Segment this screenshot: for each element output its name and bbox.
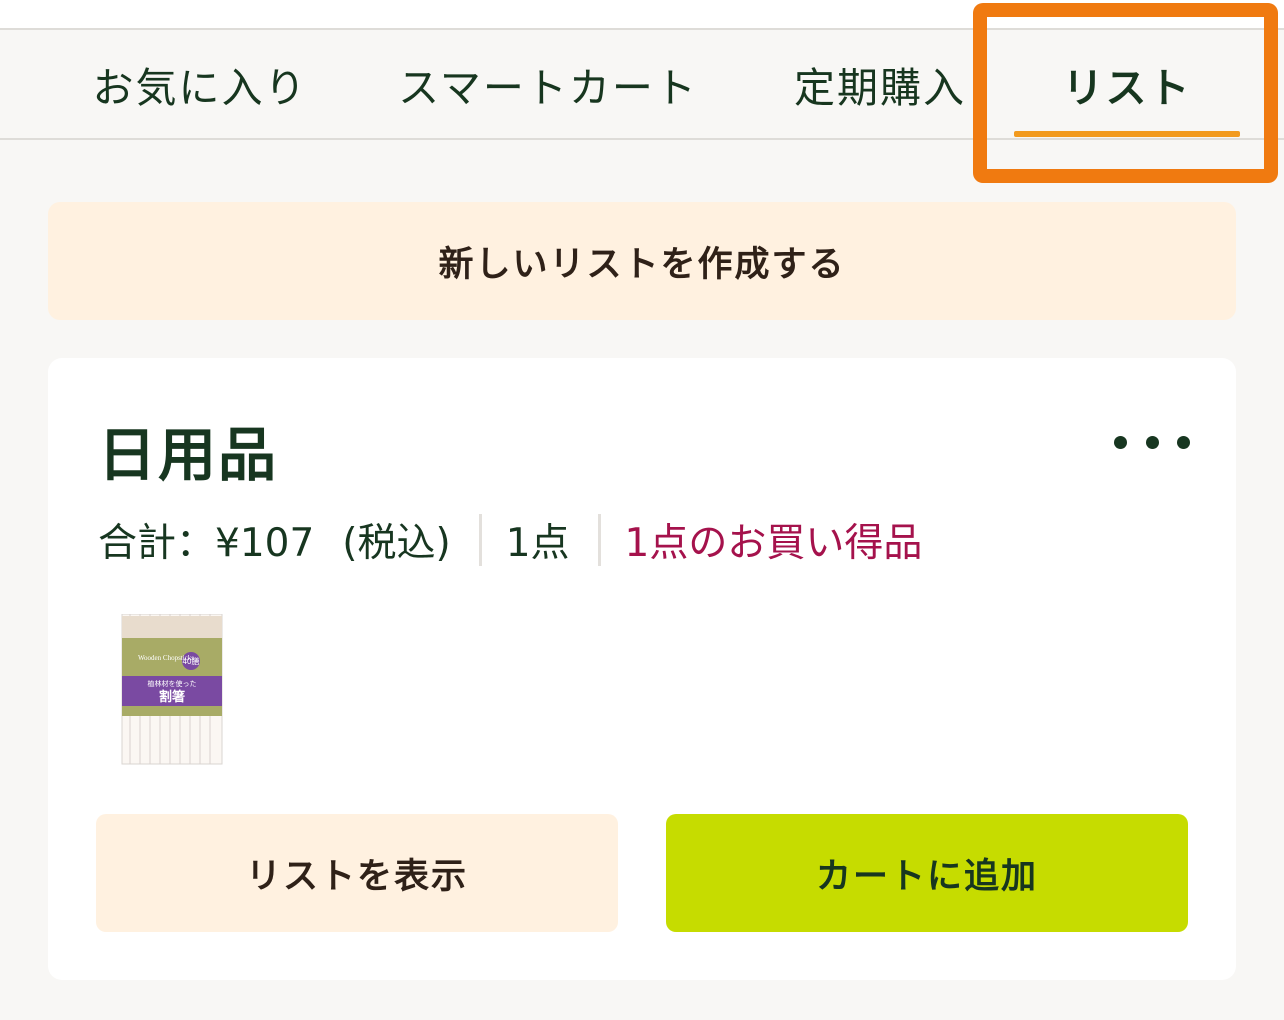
tab-bar: お気に入り スマートカート 定期購入 リスト (0, 28, 1284, 140)
tax-label: (税込) (342, 521, 451, 566)
create-list-button[interactable]: 新しいリストを作成する (48, 202, 1236, 320)
status-strip (0, 0, 1284, 28)
chopsticks-package-image: 40膳 Wooden Chopsticks 植林材を使った 割箸 (121, 613, 223, 765)
tab-list[interactable]: リスト (1014, 30, 1240, 138)
svg-text:割箸: 割箸 (159, 689, 185, 705)
list-summary: 合計：¥107 (税込) 1点 1点のお買い得品 (98, 512, 922, 568)
view-list-button[interactable]: リストを表示 (96, 814, 618, 932)
svg-text:植林材を使った: 植林材を使った (148, 679, 197, 688)
divider (478, 514, 482, 566)
add-to-cart-button[interactable]: カートに追加 (666, 814, 1188, 932)
item-count: 1点 (505, 521, 570, 566)
more-options-icon[interactable] (1114, 422, 1190, 462)
tab-smart-cart[interactable]: スマートカート (390, 30, 706, 138)
tab-favorites[interactable]: お気に入り (70, 30, 330, 138)
active-tab-indicator (1014, 131, 1240, 137)
list-card: 日用品 合計：¥107 (税込) 1点 1点のお買い得品 40膳 Wooden … (48, 358, 1236, 980)
product-thumbnail[interactable]: 40膳 Wooden Chopsticks 植林材を使った 割箸 (120, 613, 224, 766)
deal-count-link[interactable]: 1点のお買い得品 (625, 512, 923, 568)
tab-subscription[interactable]: 定期購入 (782, 30, 978, 138)
svg-text:Wooden Chopsticks: Wooden Chopsticks (138, 654, 194, 662)
total-price: 合計：¥107 (98, 521, 315, 566)
divider (597, 514, 601, 566)
list-title: 日用品 (98, 421, 279, 489)
